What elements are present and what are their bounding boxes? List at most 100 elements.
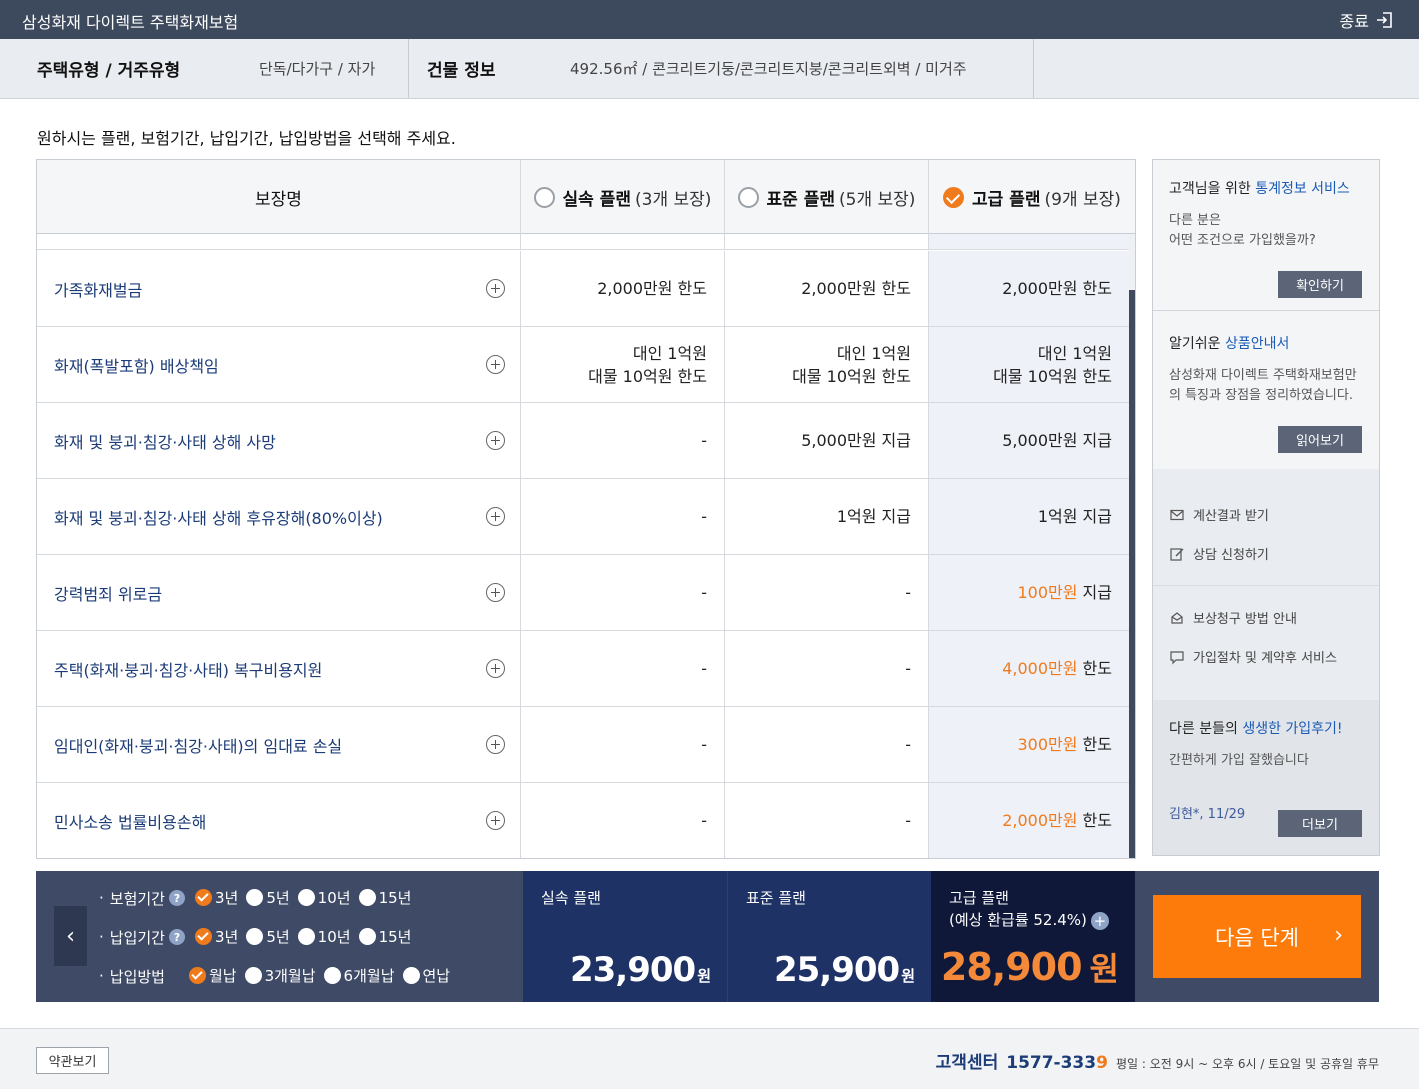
premium-value: 대인 1억원 대물 10억원 한도: [993, 343, 1112, 386]
coverage-name: 임대인(화재·붕괴·침강·사태)의 임대료 손실: [54, 736, 343, 756]
coverage-name-cell: 민사소송 법률비용손해: [37, 783, 521, 858]
right-sidebar: 고객님을 위한 통계정보 서비스 다른 분은 어떤 조건으로 가입했을까? 확인하…: [1152, 159, 1380, 856]
radio-icon[interactable]: [358, 927, 376, 945]
radio-icon[interactable]: [246, 927, 264, 945]
row-partial: [37, 234, 1129, 250]
payment-method-option[interactable]: 연납: [402, 965, 450, 986]
expand-plus-icon[interactable]: [486, 279, 505, 298]
coverage-table: 보장명 실속 플랜 (3개 보장) 표준 플랜 (5개 보장) 고급 플랜 (9…: [36, 159, 1136, 859]
stats-service-box: 고객님을 위한 통계정보 서비스 다른 분은 어떤 조건으로 가입했을까? 확인하…: [1153, 160, 1379, 310]
premium-value: 1억원 지급: [1037, 507, 1112, 526]
plan-option-standard[interactable]: 표준 플랜 (5개 보장): [725, 160, 929, 234]
consult-request-link[interactable]: 상담 신청하기: [1169, 544, 1269, 563]
standard-value-cell: -: [725, 707, 929, 782]
premium-value: 4,000만원 한도: [1002, 659, 1112, 678]
radio-icon[interactable]: [297, 888, 315, 906]
radio-icon[interactable]: [297, 927, 315, 945]
help-icon[interactable]: ?: [168, 929, 185, 945]
price-premium[interactable]: 고급 플랜 (예상 환급률 52.4%) + 28,900 원: [931, 871, 1135, 1002]
payment-method-option[interactable]: 6개월납: [323, 965, 395, 986]
coverage-name: 화재(폭발포함) 배상책임: [54, 356, 219, 376]
radio-standard[interactable]: [737, 186, 759, 208]
payment-method-option-label: 6개월납: [343, 966, 395, 985]
guide-read-button[interactable]: 읽어보기: [1278, 426, 1362, 453]
payment-period-option[interactable]: 5년: [246, 926, 290, 947]
price-basic-name: 실속 플랜: [541, 889, 601, 907]
exit-icon: [1377, 12, 1392, 28]
payment-period-option[interactable]: 15년: [358, 926, 411, 947]
plan-option-premium[interactable]: 고급 플랜 (9개 보장): [929, 160, 1135, 234]
scrollbar-thumb[interactable]: [1129, 290, 1135, 858]
insurance-period-option[interactable]: 5년: [246, 887, 290, 908]
customer-center: 고객센터 1577-3339 평일 : 오전 9시 ~ 오후 6시 / 토요일 …: [936, 1048, 1379, 1073]
insurance-period-option[interactable]: 15년: [358, 887, 411, 908]
help-icon[interactable]: ?: [168, 890, 185, 906]
basic-value: -: [701, 583, 707, 602]
radio-premium-checked-icon[interactable]: [943, 186, 965, 208]
signup-process-link[interactable]: 가입절차 및 계약후 서비스: [1169, 647, 1337, 666]
radio-icon[interactable]: [358, 888, 376, 906]
expand-plus-icon[interactable]: [486, 507, 505, 526]
insurance-period-option[interactable]: 3년: [194, 887, 238, 908]
building-info-label: 건물 정보: [427, 61, 496, 81]
premium-value: 100만원 지급: [1017, 583, 1112, 602]
radio-checked-icon[interactable]: [188, 966, 206, 984]
payment-period-option[interactable]: 3년: [194, 926, 238, 947]
title-bar: 삼성화재 다이렉트 주택화재보험 종료: [0, 0, 1419, 39]
premium-value-cell: 대인 1억원 대물 10억원 한도: [929, 327, 1129, 402]
payment-period-option[interactable]: 10년: [297, 926, 351, 947]
review-more-button[interactable]: 더보기: [1278, 810, 1362, 837]
stats-confirm-button[interactable]: 확인하기: [1278, 271, 1362, 298]
price-basic[interactable]: 실속 플랜 23,900 원: [523, 871, 727, 1002]
radio-basic[interactable]: [533, 186, 555, 208]
claim-guide-link[interactable]: 보상청구 방법 안내: [1169, 608, 1297, 627]
premium-value: 2,000만원 한도: [1002, 811, 1112, 830]
premium-value-cell: 2,000만원 한도: [929, 251, 1129, 326]
prev-chevron-icon[interactable]: ‹: [54, 906, 87, 966]
next-step-label: 다음 단계: [1215, 925, 1299, 950]
expand-plus-icon[interactable]: [486, 659, 505, 678]
payment-method-option[interactable]: 3개월납: [244, 965, 316, 986]
table-scrollbar[interactable]: [1129, 234, 1135, 858]
standard-value-cell: -: [725, 783, 929, 858]
plan-option-basic[interactable]: 실속 플랜 (3개 보장): [521, 160, 725, 234]
basic-value-cell: -: [521, 403, 725, 478]
next-step-button[interactable]: 다음 단계 ›: [1153, 895, 1361, 978]
expand-plus-icon[interactable]: [486, 735, 505, 754]
coverage-name: 주택(화재·붕괴·침강·사태) 복구비용지원: [54, 660, 323, 680]
premium-value-cell: 5,000만원 지급: [929, 403, 1129, 478]
payment-method-option[interactable]: 월납: [188, 965, 237, 986]
expand-plus-icon[interactable]: [486, 583, 505, 602]
get-results-link[interactable]: 계산결과 받기: [1169, 505, 1269, 524]
table-row: 화재 및 붕괴·침강·사태 상해 후유장해(80%이상) - 1억원 지급 1억원 지…: [37, 479, 1129, 555]
price-standard[interactable]: 표준 플랜 25,900 원: [727, 871, 931, 1002]
payment-period-row: · 납입기간 ? 3년 5년 10년 15년: [99, 926, 412, 947]
basic-value: -: [701, 431, 707, 450]
standard-value: -: [905, 659, 911, 678]
radio-icon[interactable]: [402, 966, 420, 984]
terms-button[interactable]: 약관보기: [36, 1047, 109, 1074]
radio-icon[interactable]: [323, 966, 341, 984]
standard-value-cell: 5,000만원 지급: [725, 403, 929, 478]
expand-plus-icon[interactable]: [486, 811, 505, 830]
sidebar-divider: [1153, 585, 1379, 586]
chevron-right-icon: ›: [1334, 923, 1343, 948]
insurance-period-row: · 보험기간 ? 3년 5년 10년 15년: [99, 887, 412, 908]
housing-type-label: 주택유형 / 거주유형: [37, 61, 181, 81]
standard-value: -: [905, 811, 911, 830]
basic-value-cell: -: [521, 783, 725, 858]
exit-button[interactable]: 종료: [1340, 8, 1393, 32]
expand-plus-icon[interactable]: [486, 355, 505, 374]
table-row: 주택(화재·붕괴·침강·사태) 복구비용지원 - - 4,000만원 한도: [37, 631, 1129, 707]
insurance-period-option[interactable]: 10년: [297, 887, 351, 908]
plan-count-basic: (3개 보장): [635, 189, 712, 210]
basic-value-cell: -: [521, 555, 725, 630]
refund-info-plus-icon[interactable]: +: [1090, 911, 1109, 930]
insurance-period-option-label: 5년: [266, 888, 290, 907]
radio-icon[interactable]: [244, 966, 262, 984]
coverage-name-cell: 강력범죄 위로금: [37, 555, 521, 630]
radio-checked-icon[interactable]: [194, 927, 212, 945]
radio-checked-icon[interactable]: [194, 888, 212, 906]
radio-icon[interactable]: [246, 888, 264, 906]
expand-plus-icon[interactable]: [486, 431, 505, 450]
